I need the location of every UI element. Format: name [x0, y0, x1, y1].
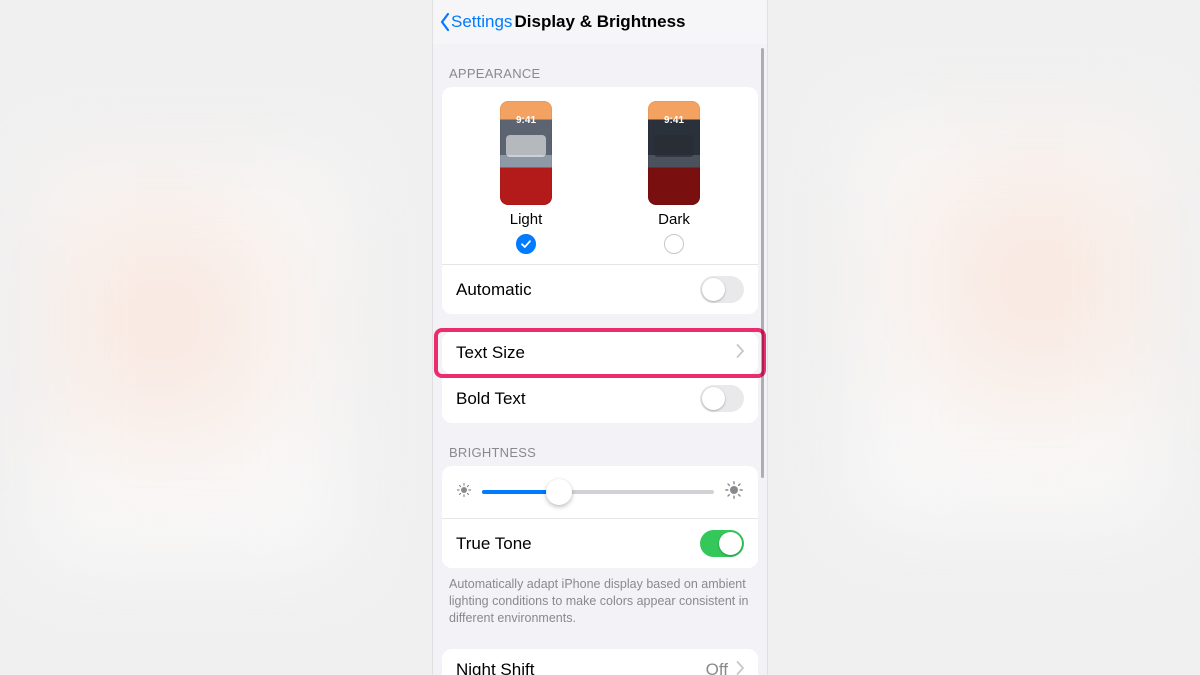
chevron-left-icon [439, 12, 451, 32]
automatic-row: Automatic [442, 264, 758, 314]
bold-text-row: Bold Text [442, 374, 758, 423]
night-shift-value: Off [706, 660, 728, 675]
brightness-slider[interactable] [482, 478, 714, 506]
background-blur-right [860, 120, 1160, 520]
true-tone-label: True Tone [456, 534, 532, 554]
content-scroll[interactable]: APPEARANCE 9:41 Light 9:41 [433, 44, 767, 675]
dark-preview: 9:41 [648, 101, 700, 205]
preview-time: 9:41 [648, 115, 700, 126]
bold-text-toggle[interactable] [700, 385, 744, 412]
checkmark-icon [520, 238, 532, 250]
light-preview: 9:41 [500, 101, 552, 205]
appearance-option-label: Light [510, 211, 543, 228]
radio-selected[interactable] [516, 234, 536, 254]
appearance-option-dark[interactable]: 9:41 Dark [648, 101, 700, 254]
slider-thumb[interactable] [546, 479, 572, 505]
text-size-row[interactable]: Text Size [442, 332, 758, 374]
appearance-option-light[interactable]: 9:41 Light [500, 101, 552, 254]
true-tone-note: Automatically adapt iPhone display based… [433, 568, 767, 627]
night-shift-label: Night Shift [456, 660, 534, 675]
appearance-option-label: Dark [658, 211, 690, 228]
appearance-header: APPEARANCE [433, 44, 767, 87]
night-shift-row[interactable]: Night Shift Off [442, 649, 758, 675]
true-tone-row: True Tone [442, 518, 758, 568]
preview-panel [654, 135, 694, 157]
back-label: Settings [451, 12, 512, 32]
chevron-right-icon [736, 660, 744, 675]
automatic-label: Automatic [456, 280, 532, 300]
preview-panel [506, 135, 546, 157]
automatic-toggle[interactable] [700, 276, 744, 303]
radio-unselected[interactable] [664, 234, 684, 254]
text-size-highlight: Text Size [438, 332, 762, 374]
true-tone-toggle[interactable] [700, 530, 744, 557]
phone-screen: Settings Display & Brightness APPEARANCE… [432, 0, 768, 675]
brightness-card: True Tone [442, 466, 758, 568]
appearance-options: 9:41 Light 9:41 Dark [442, 87, 758, 264]
background-blur-left [40, 160, 340, 560]
sun-small-icon [456, 482, 472, 503]
scroll-indicator [761, 48, 764, 478]
brightness-slider-row [442, 466, 758, 518]
sun-large-icon [724, 480, 744, 505]
appearance-card: 9:41 Light 9:41 Dark [442, 87, 758, 314]
bold-text-label: Bold Text [456, 389, 526, 409]
back-button[interactable]: Settings [433, 12, 512, 32]
nav-bar: Settings Display & Brightness [433, 0, 767, 44]
brightness-header: BRIGHTNESS [433, 423, 767, 466]
chevron-right-icon [736, 343, 744, 363]
bold-text-card: Bold Text [442, 374, 758, 423]
night-shift-card: Night Shift Off [442, 649, 758, 675]
text-size-label: Text Size [456, 343, 525, 363]
preview-time: 9:41 [500, 115, 552, 126]
